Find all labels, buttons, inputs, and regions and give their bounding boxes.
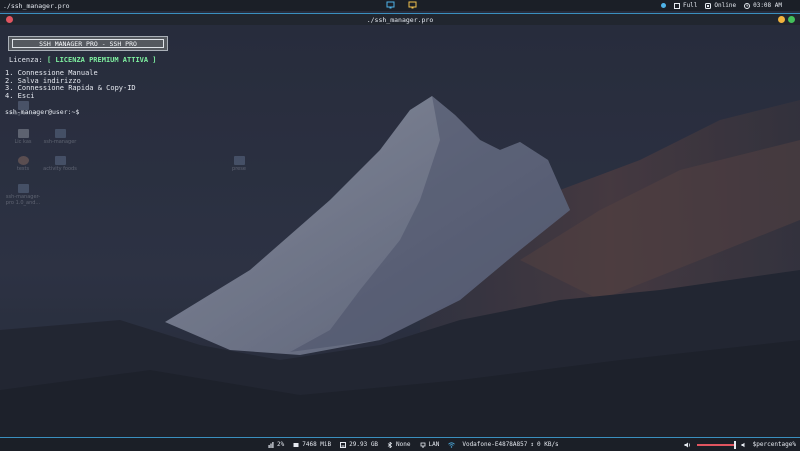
- cpu-value: 2%: [277, 441, 285, 448]
- license-line: Licenza: [ LICENZA PREMIUM ATTIVA ]: [9, 56, 157, 64]
- window-title: ./ssh_manager.pro: [366, 16, 434, 24]
- disk-icon: [340, 441, 347, 448]
- clock-time: 03:08 AM: [753, 2, 782, 9]
- system-stats: 2% 7468 MiB 29.93 GB None LAN Vodafone-E…: [268, 441, 559, 448]
- ram-value: 7468 MiB: [302, 441, 332, 448]
- network-status-label: Online: [714, 2, 737, 9]
- bluetooth-icon: [387, 441, 393, 448]
- minimize-button[interactable]: [778, 16, 785, 23]
- network-icon: [705, 2, 712, 9]
- network-indicator[interactable]: Online: [705, 2, 736, 9]
- connection-value: LAN: [428, 441, 440, 448]
- wifi-network-name: Vodafone-E4878A857: [462, 441, 528, 448]
- shell-prompt[interactable]: ssh-manager@user:~$: [5, 108, 79, 116]
- display-icon[interactable]: [408, 1, 417, 9]
- maximize-button[interactable]: [788, 16, 795, 23]
- bluetooth-value: None: [396, 441, 411, 448]
- disk-usage[interactable]: 29.93 GB: [340, 441, 378, 448]
- disk-value: 29.93 GB: [349, 441, 379, 448]
- volume-slider-handle[interactable]: [733, 440, 736, 449]
- bottom-bar: 2% 7468 MiB 29.93 GB None LAN Vodafone-E…: [0, 437, 800, 451]
- volume-control[interactable]: $percentage%: [684, 440, 796, 449]
- wifi-icon: [448, 441, 456, 448]
- bluetooth-status[interactable]: None: [387, 441, 411, 448]
- layout-label: Full: [682, 2, 698, 9]
- wifi-status[interactable]: Vodafone-E4878A857 ↕ 0 KB/s: [448, 441, 559, 448]
- cpu-chart-icon: [268, 441, 274, 448]
- cpu-usage[interactable]: 2%: [268, 441, 284, 448]
- clock-icon: [744, 2, 751, 9]
- clock[interactable]: 03:08 AM: [744, 2, 782, 9]
- status-area: Full Online 03:08 AM: [660, 2, 782, 9]
- volume-label: $percentage%: [752, 441, 796, 448]
- workspace-switcher: [386, 1, 417, 9]
- speaker-icon[interactable]: [684, 442, 691, 448]
- terminal-window[interactable]: ./ssh_manager.pro SSH MANAGER PRO - SSH …: [0, 11, 800, 437]
- terminal-menu: 1. Connessione Manuale 2. Salva indirizz…: [5, 69, 136, 100]
- menu-item-exit: 4. Esci: [5, 91, 35, 100]
- top-bar: ./ssh_manager.pro Full Online 03:08 AM: [0, 0, 800, 11]
- ethernet-icon: [420, 442, 425, 448]
- layout-indicator[interactable]: Full: [673, 2, 698, 9]
- network-speed: 0 KB/s: [537, 441, 559, 448]
- license-status: [ LICENZA PREMIUM ATTIVA ]: [46, 56, 157, 64]
- active-window-title: ./ssh_manager.pro: [3, 2, 70, 10]
- app-status-icon: [660, 3, 666, 8]
- window-titlebar[interactable]: ./ssh_manager.pro: [0, 13, 800, 25]
- license-label: Licenza:: [9, 56, 43, 64]
- volume-slider[interactable]: [696, 440, 736, 449]
- banner-box: SSH MANAGER PRO - SSH PRO: [8, 36, 168, 51]
- app-status-indicator[interactable]: [660, 3, 666, 8]
- volume-icon: [741, 442, 745, 447]
- connection-status[interactable]: LAN: [420, 441, 440, 448]
- banner-title: SSH MANAGER PRO - SSH PRO: [12, 39, 164, 48]
- layout-icon: [673, 2, 680, 9]
- transfer-arrows-icon: ↕: [530, 441, 534, 448]
- ram-usage[interactable]: 7468 MiB: [293, 441, 331, 448]
- memory-icon: [293, 442, 299, 447]
- monitor-icon[interactable]: [386, 1, 395, 9]
